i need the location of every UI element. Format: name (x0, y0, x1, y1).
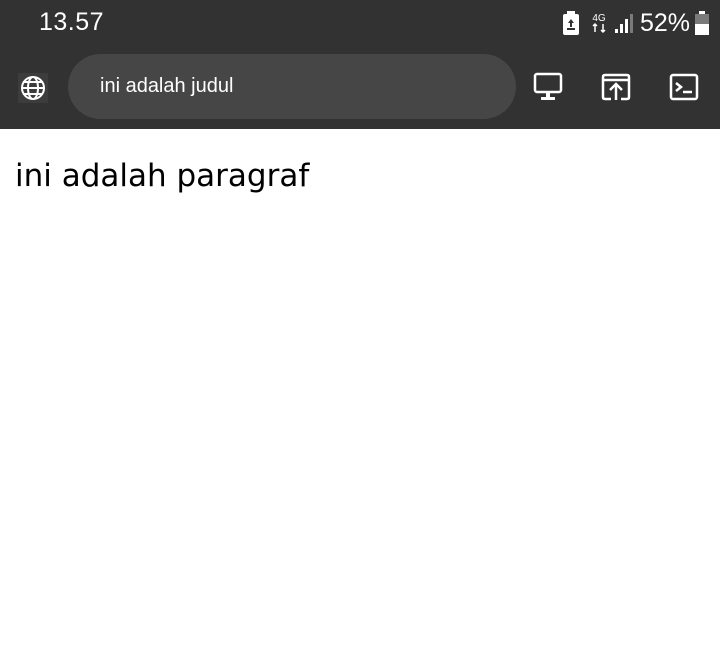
network-type-icon: 4G (590, 11, 608, 35)
url-bar[interactable]: ini adalah judul (68, 54, 516, 119)
status-bar: 13.57 4G 52% (0, 0, 720, 46)
globe-icon[interactable] (18, 73, 48, 103)
network-type-label: 4G (592, 13, 606, 24)
page-content: ini adalah paragraf (0, 129, 720, 646)
battery-saver-icon (562, 11, 580, 35)
open-external-icon[interactable] (600, 71, 632, 103)
page-paragraph: ini adalah paragraf (15, 158, 310, 194)
signal-icon (614, 12, 634, 34)
url-text[interactable]: ini adalah judul (100, 75, 233, 98)
status-icons: 4G 52% (562, 9, 710, 37)
desktop-icon[interactable] (532, 71, 564, 103)
battery-percent: 52% (639, 8, 690, 37)
status-time: 13.57 (39, 8, 105, 36)
browser-toolbar: ini adalah judul (0, 46, 720, 129)
terminal-icon[interactable] (668, 71, 700, 103)
battery-icon (694, 11, 710, 35)
